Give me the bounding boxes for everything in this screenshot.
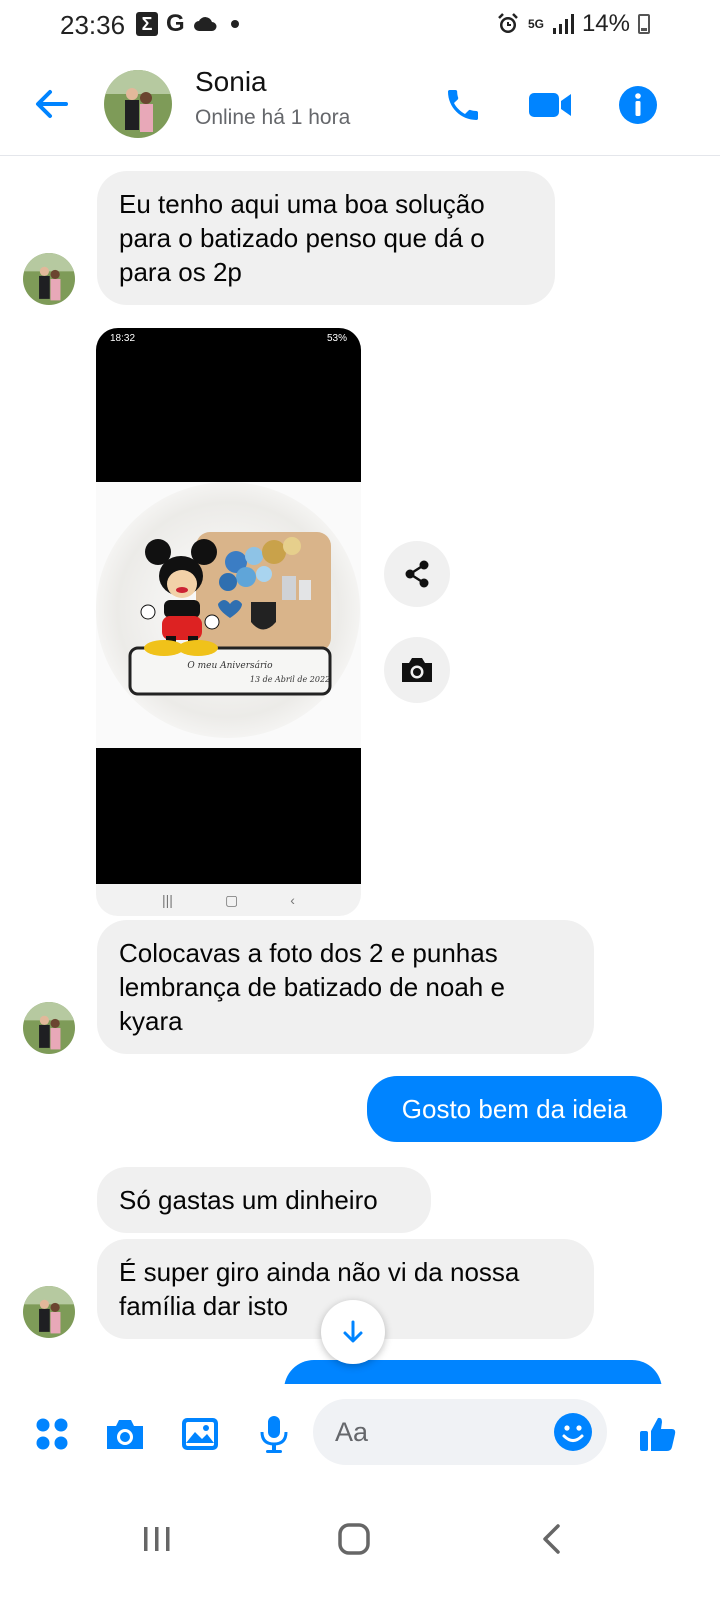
system-back-button[interactable] [522,1514,582,1564]
recents-icon [144,1527,170,1551]
status-left-icons: Σ G [136,12,239,36]
share-button[interactable] [384,541,450,607]
video-camera-icon [529,93,571,117]
emoji-icon [554,1413,592,1451]
home-icon [338,1523,370,1555]
more-actions-button[interactable] [28,1410,76,1458]
image-status-battery: 53% [326,333,347,344]
image-bottom-black [96,748,361,884]
message-text: Só gastas um dinheiro [119,1185,378,1215]
thumbs-up-icon [640,1417,676,1451]
contact-status: Online há 1 hora [195,106,351,129]
message-text: Colocavas a foto dos 2 e punhas lembranç… [119,938,505,1036]
message-text: Gosto bem da ideia [401,1094,628,1124]
status-time: 23:36 [60,10,126,40]
microphone-icon [260,1416,288,1453]
image-back-icon: ‹ [290,892,295,908]
image-status-time: 18:32 [110,333,136,344]
system-navigation-bar [0,1484,720,1600]
save-photo-button[interactable] [384,637,450,703]
camera-icon [107,1420,143,1449]
sigma-icon: Σ [136,12,158,36]
gallery-button[interactable] [176,1410,224,1458]
network-type: 5G [527,17,544,31]
image-recents-icon: ||| [162,892,173,908]
sender-avatar[interactable] [23,253,75,305]
message-composer: Aa [0,1384,720,1484]
message-text: É super giro ainda não vi da nossa famíl… [119,1257,520,1321]
camera-icon [402,658,432,682]
voice-message-button[interactable] [250,1410,298,1458]
image-nav-bar: ||| ▢ ‹ [96,884,361,916]
scroll-to-bottom-button[interactable] [321,1300,385,1364]
share-icon [405,560,429,588]
status-bar: 23:36 Σ G 5G 14% [0,0,720,52]
message-input-placeholder: Aa [335,1417,369,1447]
camera-button[interactable] [101,1410,149,1458]
battery-icon [638,14,650,34]
message-bubble-incoming[interactable]: Só gastas um dinheiro [97,1167,431,1233]
image-icon [182,1418,218,1450]
four-dots-icon [36,1418,68,1450]
emoji-button[interactable] [553,1412,593,1452]
message-bubble-incoming[interactable]: Colocavas a foto dos 2 e punhas lembranç… [97,920,594,1054]
arrow-down-icon [343,1320,363,1343]
battery-percent: 14% [581,10,630,37]
signal-icon [552,14,574,34]
sender-avatar[interactable] [23,1002,75,1054]
plaque-text-2: 13 de Abril de 2022 [250,675,330,684]
recent-apps-button[interactable] [127,1514,187,1564]
image-home-icon: ▢ [224,891,239,908]
info-icon [619,86,657,124]
video-call-button[interactable] [527,82,573,128]
cloud-icon [193,17,217,31]
notification-dot-icon [230,20,239,28]
arrow-left-icon [36,90,68,118]
chevron-left-icon [543,1524,560,1554]
back-button[interactable] [30,82,74,126]
chat-header: Sonia Online há 1 hora [0,52,720,156]
message-text: Eu tenho aqui uma boa solução para o bat… [119,189,485,287]
contact-name[interactable]: Sonia [195,66,267,98]
like-button[interactable] [634,1410,682,1458]
image-product-photo: O meu Aniversário 13 de Abril de 2022 [96,482,361,748]
sender-avatar[interactable] [23,1286,75,1338]
image-top-black: 18:32 53% [96,328,361,482]
message-input[interactable]: Aa [313,1399,607,1465]
shared-image[interactable]: 18:32 53% O meu Aniversário 13 de Abril … [96,328,361,916]
message-bubble-outgoing[interactable]: Gosto bem da ideia [367,1076,662,1142]
message-bubble-incoming[interactable]: Eu tenho aqui uma boa solução para o bat… [97,171,555,305]
home-button[interactable] [324,1514,384,1564]
phone-icon [448,90,478,120]
voice-call-button[interactable] [440,82,486,128]
info-button[interactable] [615,82,661,128]
alarm-icon [498,13,518,33]
status-right-icons: 5G 14% [496,10,650,38]
google-icon: G [166,10,185,37]
plaque-text-1: O meu Aniversário [187,660,273,671]
contact-avatar[interactable] [104,70,172,138]
